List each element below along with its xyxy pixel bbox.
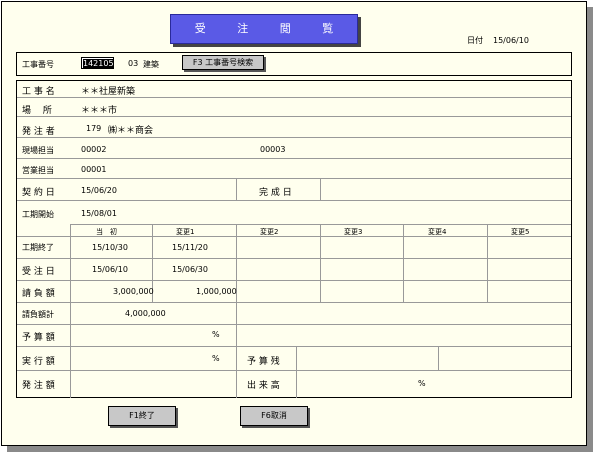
site-manager-value-1: 00002 — [81, 145, 107, 154]
grid-line — [438, 346, 439, 370]
contract-total-label: 請負額計 — [22, 310, 54, 319]
column-header-change-2: 変更2 — [260, 228, 279, 236]
column-header-change-4: 変更4 — [428, 228, 447, 236]
koji-name-label: 工 事 名 — [22, 87, 55, 97]
grid-line — [296, 346, 297, 398]
client-code: 179 — [86, 124, 102, 133]
work-end-label: 工期終了 — [22, 243, 54, 252]
grid-line — [17, 200, 571, 201]
f1-exit-button[interactable]: F1終了 — [108, 406, 176, 426]
date-display: 日付 15/06/10 — [467, 35, 539, 46]
koji-number-label: 工事番号 — [22, 60, 54, 69]
sales-manager-value: 00001 — [81, 165, 107, 174]
date-label: 日付 — [467, 36, 483, 45]
client-label: 発 注 者 — [22, 127, 55, 137]
column-header-change-3: 変更3 — [344, 228, 363, 236]
place-label: 場 所 — [22, 106, 52, 116]
koji-code: 03 — [128, 59, 139, 68]
grid-line — [236, 224, 237, 398]
grid-line — [17, 116, 571, 117]
progress-percent-unit: % — [418, 379, 426, 388]
work-end-initial: 15/10/30 — [92, 243, 128, 252]
grid-line — [320, 178, 321, 200]
ordered-amount-label: 発 注 額 — [22, 381, 55, 391]
grid-line — [17, 370, 571, 371]
grid-line — [17, 97, 571, 98]
page-title: 受 注 閲 覧 — [170, 14, 358, 44]
grid-line — [17, 158, 571, 159]
site-manager-value-2: 00003 — [260, 145, 286, 154]
grid-line — [70, 224, 71, 398]
grid-line — [403, 224, 404, 302]
budget-remaining-label: 予 算 残 — [247, 357, 280, 367]
contract-amount-change-1: 1,000,000 — [196, 287, 237, 296]
grid-line — [17, 178, 571, 179]
site-manager-label: 現場担当 — [22, 146, 54, 155]
koji-number-value: 142105 — [83, 59, 114, 68]
contract-amount-label: 請 負 額 — [22, 289, 55, 299]
place-value: ＊＊＊市 — [81, 106, 118, 116]
grid-line — [17, 137, 571, 138]
budget-percent-unit: % — [212, 330, 220, 339]
exec-amount-label: 実 行 額 — [22, 357, 55, 367]
grid-line — [17, 302, 571, 303]
grid-line — [487, 224, 488, 302]
order-date-label: 受 注 日 — [22, 267, 55, 277]
grid-line — [236, 178, 237, 200]
koji-name-value: ＊＊社屋新築 — [81, 87, 136, 97]
column-header-initial: 当 初 — [96, 228, 117, 236]
completion-date-label: 完 成 日 — [259, 188, 292, 198]
column-header-change-5: 変更5 — [511, 228, 530, 236]
order-date-change-1: 15/06/30 — [172, 265, 208, 274]
sales-manager-label: 営業担当 — [22, 166, 54, 175]
client-value: ㈱＊＊商会 — [108, 126, 154, 136]
work-start-label: 工期開始 — [22, 210, 54, 219]
contract-date-value: 15/06/20 — [81, 186, 117, 195]
koji-search-button[interactable]: F3 工事番号検索 — [182, 55, 264, 70]
grid-line — [17, 346, 571, 347]
grid-line — [17, 324, 571, 325]
koji-number-input[interactable]: 142105 — [81, 57, 114, 69]
contract-date-label: 契 約 日 — [22, 188, 55, 198]
f6-cancel-button[interactable]: F6取消 — [240, 406, 308, 426]
work-start-value: 15/08/01 — [81, 209, 117, 218]
budget-label: 予 算 額 — [22, 333, 55, 343]
contract-amount-initial: 3,000,000 — [113, 287, 154, 296]
progress-label: 出 来 高 — [247, 381, 280, 391]
date-value: 15/06/10 — [493, 36, 529, 45]
work-end-change-1: 15/11/20 — [172, 243, 208, 252]
contract-total-value: 4,000,000 — [125, 309, 166, 318]
column-header-change-1: 変更1 — [176, 228, 195, 236]
grid-line — [320, 224, 321, 302]
order-date-initial: 15/06/10 — [92, 265, 128, 274]
koji-type: 建築 — [143, 60, 159, 69]
exec-percent-unit: % — [212, 354, 220, 363]
